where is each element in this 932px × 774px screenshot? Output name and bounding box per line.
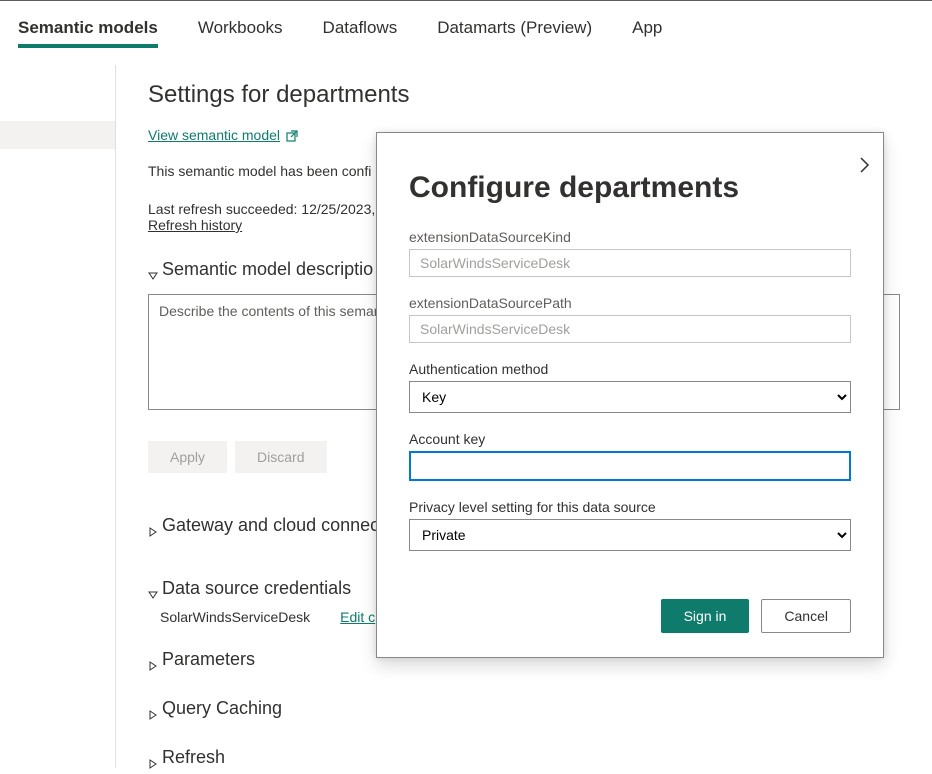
configure-modal: Configure departments extensionDataSourc…: [376, 132, 884, 658]
account-key-label: Account key: [409, 431, 851, 447]
cancel-button[interactable]: Cancel: [761, 599, 851, 633]
modal-title: Configure departments: [409, 171, 851, 205]
field-kind-label: extensionDataSourceKind: [409, 229, 851, 245]
refresh-history-link[interactable]: Refresh history: [148, 217, 242, 233]
popout-icon: [286, 129, 298, 141]
field-path-input: [409, 315, 851, 343]
account-key-input[interactable]: [409, 451, 851, 481]
section-query-caching-header[interactable]: Query Caching: [148, 698, 900, 719]
refresh-timestamp: Last refresh succeeded: 12/25/2023,: [148, 201, 375, 217]
view-semantic-model-label: View semantic model: [148, 127, 280, 143]
close-button[interactable]: [855, 155, 875, 175]
auth-method-label: Authentication method: [409, 361, 851, 377]
privacy-level-label: Privacy level setting for this data sour…: [409, 499, 851, 515]
section-parameters-label: Parameters: [162, 649, 255, 670]
chevron-down-icon: [148, 265, 158, 275]
chevron-right-icon: [148, 753, 158, 763]
tab-workbooks[interactable]: Workbooks: [198, 4, 283, 52]
chevron-right-icon: [855, 155, 875, 175]
section-credentials-label: Data source credentials: [162, 578, 351, 599]
datasource-name: SolarWindsServiceDesk: [160, 609, 310, 625]
field-path-label: extensionDataSourcePath: [409, 295, 851, 311]
edit-credentials-link[interactable]: Edit c: [340, 609, 375, 625]
section-refresh-header[interactable]: Refresh: [148, 747, 900, 768]
apply-button[interactable]: Apply: [148, 441, 227, 473]
tab-app[interactable]: App: [632, 4, 662, 52]
auth-method-select[interactable]: Key: [409, 381, 851, 413]
privacy-level-select[interactable]: Private: [409, 519, 851, 551]
chevron-right-icon: [148, 704, 158, 714]
section-gateway-label: Gateway and cloud connec: [162, 515, 379, 536]
section-description-label: Semantic model descriptio: [162, 259, 373, 280]
left-gutter-block: [0, 121, 115, 149]
section-query-caching-label: Query Caching: [162, 698, 282, 719]
tab-semantic-models[interactable]: Semantic models: [18, 4, 158, 52]
chevron-down-icon: [148, 584, 158, 594]
tab-datamarts[interactable]: Datamarts (Preview): [437, 4, 592, 52]
section-refresh-label: Refresh: [162, 747, 225, 768]
view-semantic-model-link[interactable]: View semantic model: [148, 127, 298, 143]
sign-in-button[interactable]: Sign in: [661, 599, 750, 633]
page-title: Settings for departments: [148, 81, 900, 109]
chevron-right-icon: [148, 521, 158, 531]
discard-button[interactable]: Discard: [235, 441, 326, 473]
tab-dataflows[interactable]: Dataflows: [323, 4, 398, 52]
chevron-right-icon: [148, 655, 158, 665]
top-tabs: Semantic models Workbooks Dataflows Data…: [0, 1, 932, 55]
left-gutter: [0, 65, 115, 768]
field-kind-input: [409, 249, 851, 277]
